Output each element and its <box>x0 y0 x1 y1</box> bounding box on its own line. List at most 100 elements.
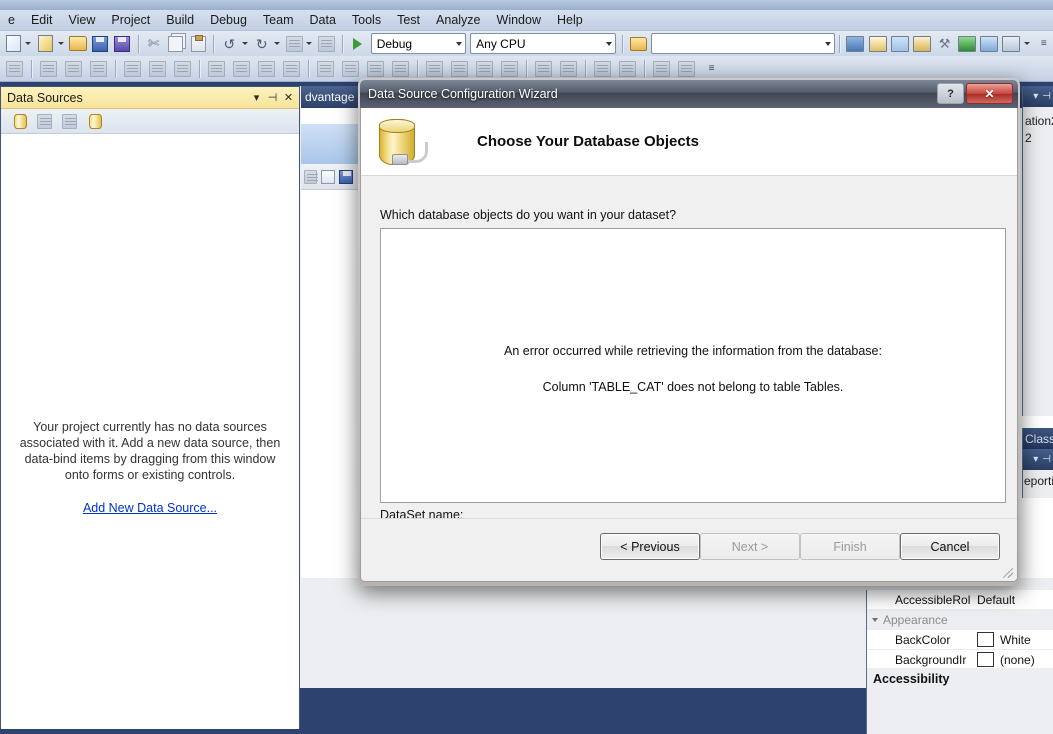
bring-to-front-icon[interactable] <box>591 57 614 80</box>
navigate-forward-icon[interactable] <box>316 32 336 55</box>
menu-item-test[interactable]: Test <box>389 10 428 30</box>
menu-item-data[interactable]: Data <box>302 10 344 30</box>
close-icon[interactable]: ✕ <box>281 90 296 105</box>
align-lefts-icon[interactable] <box>37 57 60 80</box>
horizontal-spacing-increase-icon[interactable] <box>339 57 362 80</box>
selected-control[interactable] <box>301 124 361 165</box>
solution-explorer-icon[interactable] <box>845 32 865 55</box>
new-item-icon[interactable] <box>35 32 55 55</box>
align-middles-icon[interactable] <box>146 57 169 80</box>
platform-combobox[interactable]: Any CPU <box>470 33 617 54</box>
vertical-spacing-make-equal-icon[interactable] <box>423 57 446 80</box>
resize-grip-icon[interactable] <box>1003 568 1013 578</box>
save-all-icon[interactable] <box>112 32 132 55</box>
chevron-down-icon[interactable]: ▾ <box>1033 91 1038 102</box>
pin-icon[interactable]: ⊣ <box>265 90 280 105</box>
size-to-grid-icon[interactable] <box>280 57 303 80</box>
undo-dropdown-icon[interactable] <box>241 42 248 45</box>
menu-item-window[interactable]: Window <box>489 10 549 30</box>
navigate-backward-dropdown-icon[interactable] <box>306 42 313 45</box>
make-same-width-icon[interactable] <box>205 57 228 80</box>
find-in-files-icon[interactable] <box>628 32 648 55</box>
horizontal-spacing-decrease-icon[interactable] <box>364 57 387 80</box>
make-same-height-icon[interactable] <box>230 57 253 80</box>
open-file-icon[interactable] <box>68 32 88 55</box>
cut-icon[interactable]: ✄ <box>143 32 163 55</box>
navigate-backward-icon[interactable] <box>284 32 304 55</box>
previous-button[interactable]: < Previous <box>600 533 700 560</box>
toolbar-overflow-icon[interactable]: ≡ <box>1034 32 1053 55</box>
undo-icon[interactable]: ↺ <box>219 32 239 55</box>
tools-options-icon[interactable]: ⚒ <box>934 32 954 55</box>
center-horizontally-icon[interactable] <box>532 57 555 80</box>
tab-order-icon[interactable] <box>650 57 673 80</box>
property-category-appearance[interactable]: Appearance <box>867 610 1053 630</box>
property-row[interactable]: BackColor White <box>867 630 1053 650</box>
help-button[interactable]: ? <box>937 83 964 104</box>
menu-item-debug[interactable]: Debug <box>202 10 255 30</box>
send-to-back-icon[interactable] <box>616 57 639 80</box>
property-row[interactable]: BackgroundIr (none) <box>867 650 1053 670</box>
horizontal-spacing-make-equal-icon[interactable] <box>314 57 337 80</box>
add-new-data-source-icon[interactable] <box>8 110 31 133</box>
align-bottoms-icon[interactable] <box>171 57 194 80</box>
toolbox-icon[interactable] <box>912 32 932 55</box>
add-new-data-source-link[interactable]: Add New Data Source... <box>17 500 283 516</box>
new-project-icon[interactable] <box>3 32 23 55</box>
command-window-icon[interactable] <box>1001 32 1021 55</box>
property-row[interactable]: AccessibleRol Default <box>867 590 1053 610</box>
navigate-to-icon[interactable] <box>957 32 977 55</box>
refresh-icon[interactable] <box>83 110 106 133</box>
paste-icon[interactable] <box>188 32 208 55</box>
menu-item-team[interactable]: Team <box>255 10 302 30</box>
command-window-dropdown-icon[interactable] <box>1023 42 1030 45</box>
center-vertically-icon[interactable] <box>557 57 580 80</box>
menu-item-help[interactable]: Help <box>549 10 591 30</box>
menu-item-build[interactable]: Build <box>158 10 202 30</box>
properties-window-icon[interactable] <box>867 32 887 55</box>
solution-node-label[interactable]: ation2 <box>1025 113 1053 130</box>
redo-icon[interactable]: ↻ <box>252 32 272 55</box>
new-project-dropdown-icon[interactable] <box>25 42 32 45</box>
chevron-down-icon[interactable] <box>825 41 832 46</box>
configure-dataset-icon[interactable] <box>33 110 56 133</box>
copy-icon[interactable] <box>166 32 186 55</box>
edit-dataset-icon[interactable] <box>58 110 81 133</box>
menu-item-project[interactable]: Project <box>103 10 158 30</box>
object-browser-icon[interactable] <box>890 32 910 55</box>
align-rights-icon[interactable] <box>87 57 110 80</box>
find-input[interactable] <box>651 33 836 54</box>
redo-dropdown-icon[interactable] <box>273 42 280 45</box>
new-item-dropdown-icon[interactable] <box>57 42 64 45</box>
layout-toolbar-overflow-icon[interactable]: ≡ <box>700 57 723 80</box>
pin-icon[interactable]: ⊣ <box>1042 454 1051 465</box>
lock-controls-icon[interactable] <box>675 57 698 80</box>
new-window-icon[interactable] <box>979 32 999 55</box>
start-debugging-icon[interactable] <box>347 32 367 55</box>
menu-item-analyze[interactable]: Analyze <box>428 10 488 30</box>
cancel-button[interactable]: Cancel <box>900 533 1000 560</box>
configuration-combobox[interactable]: Debug <box>370 33 467 54</box>
expander-triangle-icon[interactable] <box>872 617 878 622</box>
property-value[interactable]: (none) <box>1000 653 1035 667</box>
save-icon[interactable] <box>90 32 110 55</box>
vertical-spacing-decrease-icon[interactable] <box>473 57 496 80</box>
align-to-grid-icon[interactable] <box>3 57 26 80</box>
menu-item-view[interactable]: View <box>61 10 104 30</box>
pin-icon[interactable]: ⊣ <box>1042 91 1051 102</box>
designer-icon-2[interactable] <box>321 169 335 184</box>
horizontal-spacing-remove-icon[interactable] <box>389 57 412 80</box>
menu-item-edit[interactable]: Edit <box>23 10 61 30</box>
close-button[interactable]: ✕ <box>966 83 1013 104</box>
designer-icon-1[interactable] <box>304 169 318 184</box>
tab-class-view[interactable]: Class <box>1023 428 1053 449</box>
database-objects-listbox[interactable]: An error occurred while retrieving the i… <box>380 228 1006 503</box>
make-same-size-icon[interactable] <box>255 57 278 80</box>
vertical-spacing-increase-icon[interactable] <box>448 57 471 80</box>
chevron-down-icon[interactable]: ▾ <box>1033 454 1038 465</box>
menu-item-tools[interactable]: Tools <box>344 10 389 30</box>
vertical-spacing-remove-icon[interactable] <box>498 57 521 80</box>
property-value[interactable]: White <box>1000 633 1031 647</box>
align-centers-icon[interactable] <box>62 57 85 80</box>
chevron-down-icon[interactable]: ▾ <box>249 90 264 105</box>
